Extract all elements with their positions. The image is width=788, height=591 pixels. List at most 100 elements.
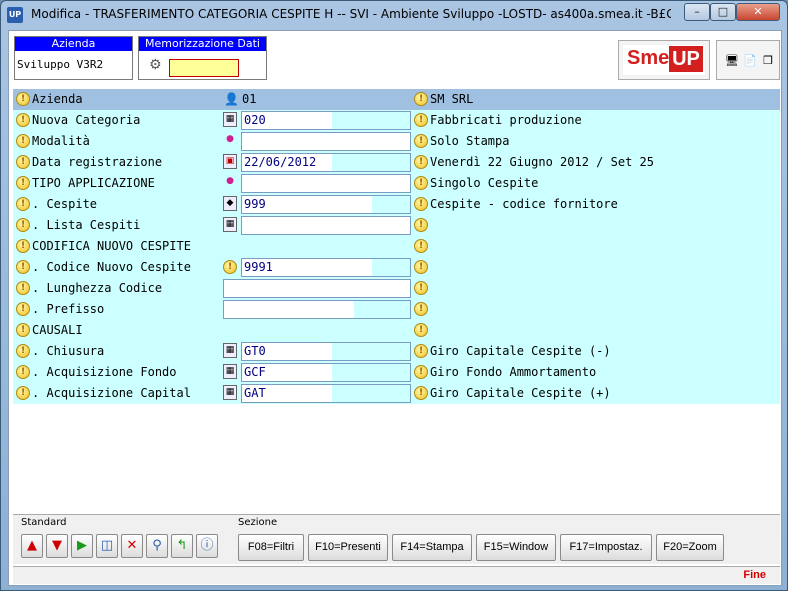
field-input[interactable] bbox=[241, 216, 411, 235]
info-icon[interactable]: ! bbox=[414, 344, 428, 358]
field-label: . Codice Nuovo Cespite bbox=[32, 260, 191, 274]
info-icon[interactable]: ! bbox=[16, 218, 30, 232]
field-label: . Chiusura bbox=[32, 344, 105, 358]
form-row: !. Acquisizione Fondo ▦ GCF! Giro Fondo Amm… bbox=[13, 362, 780, 383]
table-icon[interactable]: ▦ bbox=[223, 112, 237, 127]
info-icon[interactable]: ! bbox=[414, 365, 428, 379]
close-button[interactable]: ✕ bbox=[736, 3, 780, 21]
logo-sme-text: Sme. bbox=[627, 47, 675, 69]
info-icon[interactable]: ! bbox=[16, 386, 30, 400]
help-button[interactable]: ⓘ bbox=[196, 534, 218, 558]
info-icon[interactable]: ! bbox=[414, 323, 428, 337]
field-label: . Cespite bbox=[32, 197, 98, 211]
info-icon[interactable]: ! bbox=[16, 344, 30, 358]
field-input[interactable] bbox=[241, 132, 411, 151]
cube-icon[interactable]: ❒ bbox=[761, 54, 775, 67]
fkey-button[interactable]: F10=Presenti bbox=[308, 534, 388, 561]
grid-icon[interactable]: ▦ bbox=[223, 217, 237, 232]
info-icon[interactable]: ! bbox=[16, 365, 30, 379]
field-input[interactable]: 020 bbox=[241, 111, 411, 130]
document-icon[interactable]: 📄 bbox=[743, 54, 757, 67]
person-icon: 👤 bbox=[224, 92, 239, 106]
play-button[interactable]: ▶ bbox=[71, 534, 93, 558]
field-description: Fabbricati produzione bbox=[430, 113, 582, 127]
info-icon[interactable]: ! bbox=[414, 197, 428, 211]
memorizzazione-caption: Memorizzazione Dati Video bbox=[139, 37, 266, 64]
eraser-button[interactable]: ◫ bbox=[96, 534, 118, 558]
fkey-button[interactable]: F15=Window bbox=[476, 534, 556, 561]
field-input[interactable] bbox=[241, 174, 411, 193]
field-description: Cespite - codice fornitore bbox=[430, 197, 618, 211]
field-input[interactable] bbox=[223, 300, 411, 319]
field-input[interactable] bbox=[223, 279, 411, 298]
info-icon[interactable]: ! bbox=[414, 92, 428, 106]
form-row: ! CODIFICA NUOVO CESPITE! bbox=[13, 236, 780, 257]
standard-group-label: Standard bbox=[21, 517, 67, 528]
client-area: Azienda Sviluppo V3R2 Memorizzazione Dat… bbox=[8, 30, 782, 586]
arrow-up-button[interactable]: ▲ bbox=[21, 534, 43, 558]
info-icon[interactable]: ! bbox=[414, 155, 428, 169]
fkey-button[interactable]: F14=Stampa bbox=[392, 534, 472, 561]
info-icon[interactable]: ! bbox=[414, 260, 428, 274]
info-icon[interactable]: ! bbox=[16, 176, 30, 190]
field-input[interactable]: 22/06/2012 bbox=[241, 153, 411, 172]
box-icon[interactable]: ◆ bbox=[223, 196, 237, 211]
form-row: !. Lista Cespiti ▦! bbox=[13, 215, 780, 236]
info-icon[interactable]: ! bbox=[414, 113, 428, 127]
sezione-group-label: Sezione bbox=[238, 517, 278, 528]
search-button[interactable]: ⚲ bbox=[146, 534, 168, 558]
minimize-button[interactable]: – bbox=[684, 3, 710, 21]
info-icon[interactable]: ! bbox=[16, 134, 30, 148]
info-icon[interactable]: ! bbox=[16, 92, 30, 106]
status-text: Fine bbox=[743, 569, 766, 581]
info-icon[interactable]: ! bbox=[414, 302, 428, 316]
info-icon[interactable]: ! bbox=[16, 281, 30, 295]
info-icon[interactable]: ! bbox=[414, 386, 428, 400]
azienda-code: 01 bbox=[242, 92, 257, 106]
field-input[interactable]: GAT bbox=[241, 384, 411, 403]
info-icon[interactable]: ! bbox=[223, 260, 237, 274]
info-icon[interactable]: ! bbox=[414, 218, 428, 232]
table-icon[interactable]: ▦ bbox=[223, 385, 237, 400]
info-icon[interactable]: ! bbox=[16, 260, 30, 274]
monitor-icon[interactable]: 🖥 bbox=[725, 54, 739, 67]
field-input[interactable]: GCF bbox=[241, 363, 411, 382]
memorizzazione-input[interactable] bbox=[169, 59, 239, 77]
table-icon[interactable]: ▦ bbox=[223, 343, 237, 358]
field-label: . Lista Cespiti bbox=[32, 218, 141, 232]
info-icon[interactable]: ! bbox=[16, 323, 30, 337]
title-bar[interactable]: UP Modifica - TRASFERIMENTO CATEGORIA CE… bbox=[1, 1, 787, 29]
info-icon[interactable]: ! bbox=[16, 239, 30, 253]
app-icon[interactable]: UP bbox=[7, 7, 23, 23]
field-label: CODIFICA NUOVO CESPITE bbox=[32, 239, 191, 253]
calendar-icon[interactable]: ▣ bbox=[223, 154, 237, 169]
return-button[interactable]: ↰ bbox=[171, 534, 193, 558]
info-icon[interactable]: ! bbox=[16, 302, 30, 316]
fkey-button[interactable]: F17=Impostaz. bbox=[560, 534, 652, 561]
field-input[interactable]: 999 bbox=[241, 195, 411, 214]
app-window: UP Modifica - TRASFERIMENTO CATEGORIA CE… bbox=[0, 0, 788, 591]
logo-up-text: UP bbox=[669, 46, 703, 72]
gear-icon[interactable]: ⚙ bbox=[149, 57, 162, 73]
field-label: CAUSALI bbox=[32, 323, 83, 337]
arrow-down-button[interactable]: ▼ bbox=[46, 534, 68, 558]
balls-icon[interactable]: ● bbox=[223, 175, 237, 190]
field-input[interactable]: 9991 bbox=[241, 258, 411, 277]
info-icon[interactable]: ! bbox=[414, 281, 428, 295]
cancel-button[interactable]: ✕ bbox=[121, 534, 143, 558]
field-label: Data registrazione bbox=[32, 155, 163, 169]
info-icon[interactable]: ! bbox=[414, 239, 428, 253]
maximize-button[interactable]: □ bbox=[710, 3, 736, 21]
balls-icon[interactable]: ● bbox=[223, 133, 237, 148]
info-icon[interactable]: ! bbox=[414, 134, 428, 148]
fkey-button[interactable]: F08=Filtri bbox=[238, 534, 304, 561]
field-input[interactable]: GT0 bbox=[241, 342, 411, 361]
info-icon[interactable]: ! bbox=[16, 113, 30, 127]
table-icon[interactable]: ▦ bbox=[223, 364, 237, 379]
info-icon[interactable]: ! bbox=[414, 176, 428, 190]
fkey-button[interactable]: F20=Zoom bbox=[656, 534, 724, 561]
form-row: !. Acquisizione Capital ▦ GAT! Giro Capital… bbox=[13, 383, 780, 404]
status-bar: Fine bbox=[13, 566, 780, 584]
info-icon[interactable]: ! bbox=[16, 197, 30, 211]
info-icon[interactable]: ! bbox=[16, 155, 30, 169]
